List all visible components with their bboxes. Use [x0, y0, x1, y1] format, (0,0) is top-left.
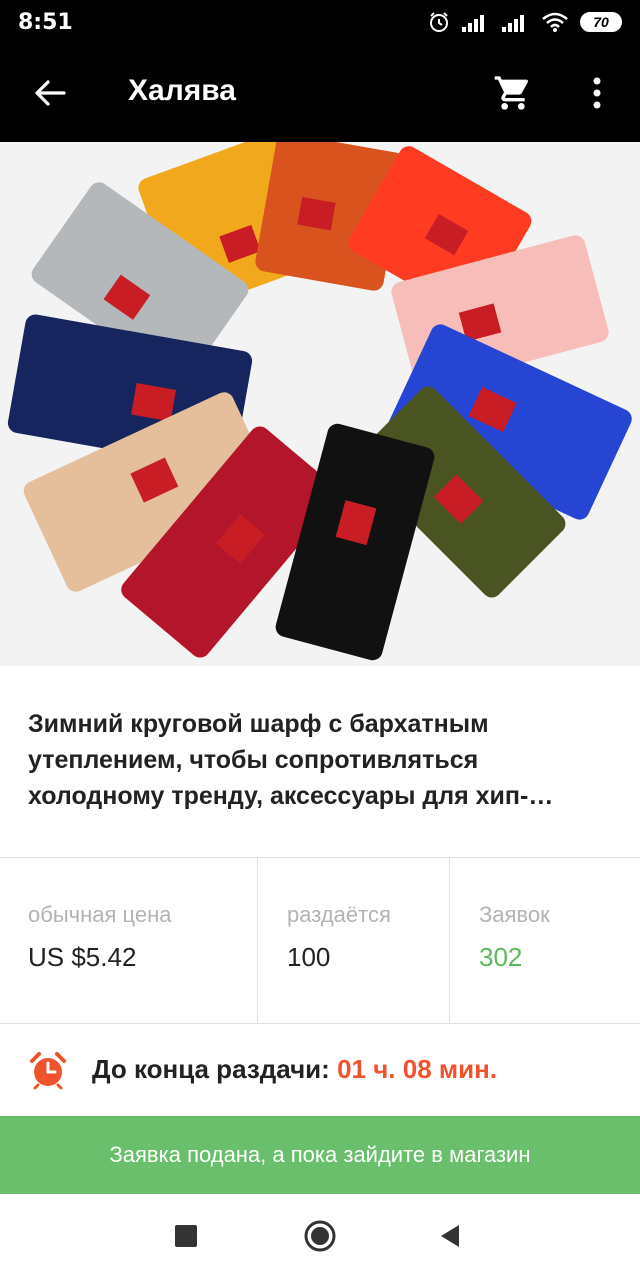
go-to-store-button[interactable]: Заявка подана, а пока зайдите в магазин — [0, 1116, 640, 1194]
scarves-illustration — [0, 142, 640, 666]
home-icon — [304, 1220, 336, 1252]
deadline-label: До конца раздачи: — [92, 1054, 330, 1084]
product-image[interactable] — [0, 142, 640, 666]
stat-applications: Заявок 302 — [450, 858, 640, 1024]
recent-apps-button[interactable] — [166, 1216, 206, 1256]
status-time: 8:51 — [18, 9, 73, 35]
stat-label: обычная цена — [28, 902, 172, 927]
recent-apps-icon — [175, 1225, 197, 1247]
stat-regular-price: обычная цена US $5.42 — [0, 858, 257, 1024]
deadline-text: До конца раздачи: 01 ч. 08 мин. — [92, 1054, 497, 1085]
system-nav-bar — [0, 1194, 640, 1280]
home-button[interactable] — [300, 1216, 340, 1256]
alarm-icon — [430, 12, 448, 32]
status-icons: 70 — [428, 11, 622, 33]
battery-icon: 70 — [580, 12, 622, 32]
product-title: Зимний круговой шарф с бархатным утеплен… — [28, 710, 554, 810]
wifi-icon — [542, 12, 568, 32]
stat-label: Заявок — [479, 902, 550, 927]
more-options-button[interactable] — [582, 70, 612, 116]
stat-value: 100 — [287, 942, 331, 972]
deadline-time: 01 ч. 08 мин. — [337, 1054, 498, 1084]
stat-value: 302 — [479, 942, 523, 972]
stat-label: раздаётся — [287, 902, 391, 927]
more-vert-icon — [593, 77, 601, 109]
page-title: Халява — [128, 74, 236, 107]
back-icon — [441, 1225, 459, 1247]
arrow-left-icon — [35, 80, 66, 106]
cart-icon — [494, 76, 529, 110]
stats-row: обычная цена US $5.42 раздаётся 100 Заяв… — [0, 858, 640, 1024]
back-button[interactable] — [30, 71, 70, 115]
cart-button[interactable] — [490, 70, 536, 116]
signal-icon — [462, 15, 484, 32]
stat-value: US $5.42 — [28, 942, 137, 972]
nav-back-button[interactable] — [430, 1216, 470, 1256]
stat-giveaway-count: раздаётся 100 — [258, 858, 449, 1024]
status-bar: 8:51 70 — [0, 0, 640, 44]
alarm-clock-icon — [30, 1052, 66, 1090]
deadline-row: До конца раздачи: 01 ч. 08 мин. — [0, 1024, 640, 1116]
app-bar: Халява — [0, 44, 640, 142]
signal-icon — [502, 15, 524, 32]
cta-label: Заявка подана, а пока зайдите в магазин — [109, 1142, 531, 1167]
